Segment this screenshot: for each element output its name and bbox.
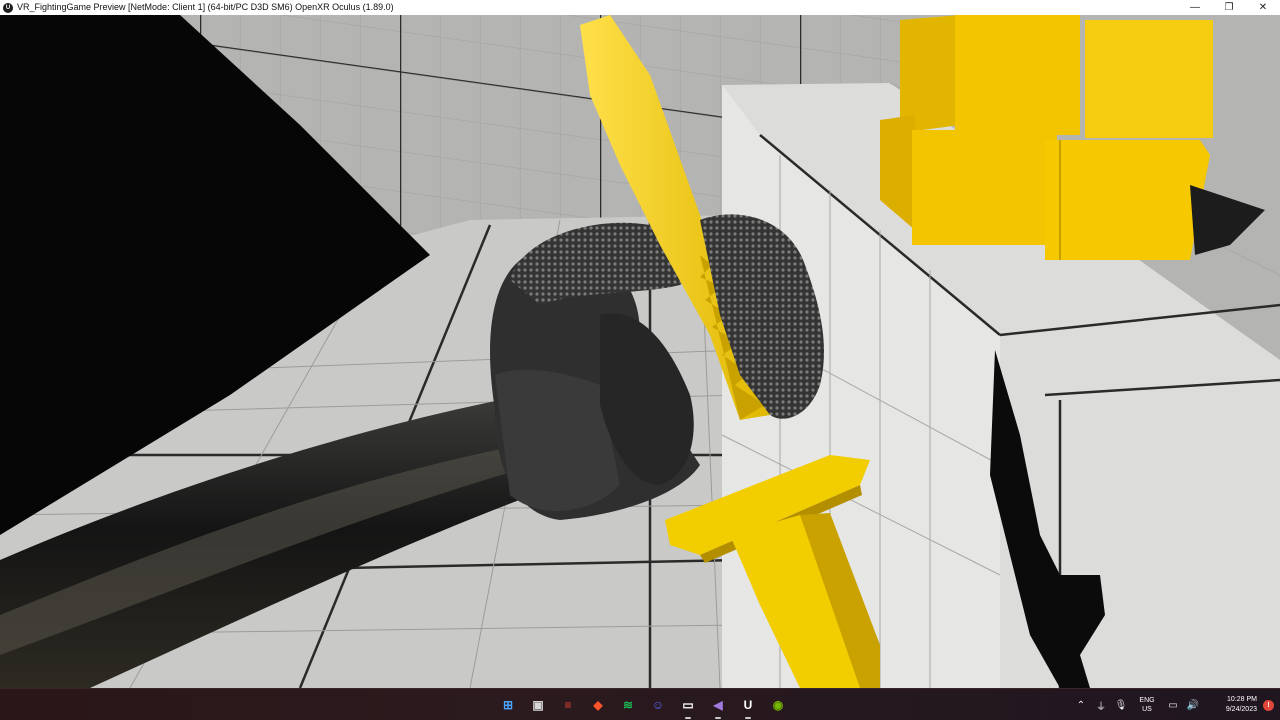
vr-headset-icon[interactable]: ▭ <box>676 693 700 719</box>
unreal-engine-app-icon: U <box>3 2 13 13</box>
system-clock[interactable]: 10:28 PM 9/24/2023 <box>1207 695 1257 715</box>
microphone-icon[interactable]: 🎙 <box>1111 700 1131 711</box>
clock-time: 10:28 PM <box>1227 696 1257 703</box>
visual-studio-icon[interactable]: ◀ <box>706 693 730 719</box>
start-icon[interactable]: ⊞ <box>496 693 520 717</box>
show-hidden-icons-chevron-icon[interactable]: ⌃ <box>1071 700 1091 711</box>
window-title-bar[interactable]: U VR_FightingGame Preview [NetMode: Clie… <box>0 0 1280 15</box>
close-button[interactable]: ✕ <box>1246 0 1280 15</box>
windows-taskbar: ⊞ ▣ ≡ ◆ ≋ ☺ ▭ ◀ U ◉ ⌃ ⏚ 🎙 ENG US ▭ 🔊 10:… <box>0 688 1280 720</box>
discord-icon[interactable]: ☺ <box>646 693 670 717</box>
nvidia-icon[interactable]: ◉ <box>766 693 790 717</box>
clock-date: 9/24/2023 <box>1225 706 1257 713</box>
network-icon[interactable]: ▭ <box>1163 700 1183 711</box>
window-title: VR_FightingGame Preview [NetMode: Client… <box>17 2 394 12</box>
spotify-icon[interactable]: ≋ <box>616 693 640 717</box>
usb-icon[interactable]: ⏚ <box>1091 698 1111 713</box>
yellow-cubes <box>880 15 1213 260</box>
minimize-button[interactable]: — <box>1178 0 1212 15</box>
todoist-icon[interactable]: ≡ <box>556 693 580 717</box>
volume-icon[interactable]: 🔊 <box>1183 700 1203 711</box>
vr-scene <box>0 15 1280 688</box>
language-indicator[interactable]: ENG US <box>1131 696 1163 714</box>
notification-badge-icon[interactable]: ! <box>1263 699 1274 711</box>
taskbar-apps: ⊞ ▣ ≡ ◆ ≋ ☺ ▭ ◀ U ◉ <box>496 693 790 719</box>
brave-icon[interactable]: ◆ <box>586 693 610 717</box>
unreal-engine-icon[interactable]: U <box>736 693 760 719</box>
maximize-button[interactable]: ❐ <box>1212 0 1246 15</box>
language-code: ENG <box>1139 697 1155 704</box>
system-tray: ⌃ ⏚ 🎙 ENG US ▭ 🔊 10:28 PM 9/24/2023 ! <box>1071 689 1280 720</box>
keyboard-layout: US <box>1142 706 1152 713</box>
file-explorer-icon[interactable]: ▣ <box>526 693 550 717</box>
game-viewport[interactable] <box>0 15 1280 688</box>
